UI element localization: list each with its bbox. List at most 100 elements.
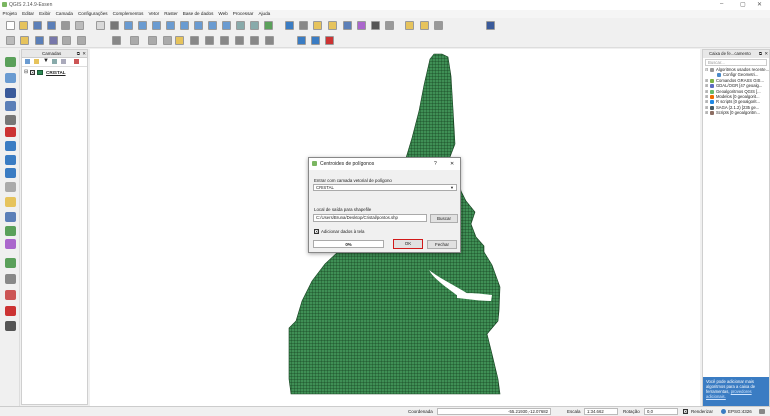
text-annotation-icon[interactable] xyxy=(434,21,443,30)
copy-features-icon[interactable] xyxy=(148,36,157,45)
new-shapefile-icon[interactable] xyxy=(5,197,16,207)
epsg-label[interactable]: EPSG:4326 xyxy=(728,409,752,414)
toolbox-icon[interactable] xyxy=(486,21,495,30)
close-window-button[interactable]: ✕ xyxy=(757,1,762,8)
new-bookmark-icon[interactable] xyxy=(236,21,245,30)
menu-item[interactable]: Vetor xyxy=(146,10,162,16)
coordinate-field[interactable]: -55.21930,-12.07682 xyxy=(437,408,551,415)
expand-icon[interactable]: ⊞ xyxy=(705,110,708,115)
menu-item[interactable]: Configurações xyxy=(75,10,110,16)
paste-features-icon[interactable] xyxy=(163,36,172,45)
open-project-icon[interactable] xyxy=(19,21,28,30)
messages-icon[interactable] xyxy=(759,409,765,414)
minimize-button[interactable]: – xyxy=(720,1,723,7)
menu-item[interactable]: Projeto xyxy=(0,10,20,16)
close-dialog-button[interactable]: ✕ xyxy=(450,161,454,167)
add-wcs-icon[interactable] xyxy=(5,155,16,165)
refresh-icon[interactable] xyxy=(264,21,273,30)
change-label-icon[interactable] xyxy=(265,36,274,45)
new-virtual-layer-icon[interactable] xyxy=(5,239,16,249)
open-layer-styling-icon[interactable] xyxy=(25,59,30,64)
add-wms-icon[interactable] xyxy=(5,141,16,151)
zoom-in-icon[interactable] xyxy=(124,21,133,30)
field-calculator-icon[interactable] xyxy=(357,21,366,30)
add-raster-layer-icon[interactable] xyxy=(5,73,16,83)
rotation-field[interactable]: 0,0 xyxy=(644,408,678,415)
run-action-icon[interactable] xyxy=(299,21,308,30)
layer-visibility-checkbox[interactable]: ✕ xyxy=(30,70,35,75)
panel-float-icon[interactable]: ⧉ xyxy=(77,51,80,56)
current-edits-icon[interactable] xyxy=(6,36,15,45)
node-tool-icon[interactable] xyxy=(77,36,86,45)
zoom-out-icon[interactable] xyxy=(138,21,147,30)
deselect-icon[interactable] xyxy=(328,21,337,30)
menu-item[interactable]: Editar xyxy=(20,10,37,16)
new-project-icon[interactable] xyxy=(6,21,15,30)
crs-globe-icon[interactable] xyxy=(721,409,726,414)
close-button[interactable]: Fechar xyxy=(427,240,457,249)
add-mssql-icon[interactable] xyxy=(5,115,16,125)
add-spatialite-icon[interactable] xyxy=(5,101,16,111)
remove-layer-icon[interactable] xyxy=(74,59,79,64)
label-tool-icon[interactable] xyxy=(175,36,184,45)
save-as-icon[interactable] xyxy=(47,21,56,30)
show-hide-labels-icon[interactable] xyxy=(220,36,229,45)
open-attribute-table-icon[interactable] xyxy=(343,21,352,30)
save-project-icon[interactable] xyxy=(33,21,42,30)
measure-icon[interactable] xyxy=(385,21,394,30)
save-edits-icon[interactable] xyxy=(35,36,44,45)
output-path-input[interactable]: C:/Users/Bruna/Desktop/Cristal/pontos.sh… xyxy=(313,214,427,222)
plugin-x-icon[interactable] xyxy=(325,36,334,45)
coordinate-capture-icon[interactable] xyxy=(5,274,16,284)
delete-selected-icon[interactable] xyxy=(112,36,121,45)
help-button[interactable]: ? xyxy=(434,161,437,167)
cut-features-icon[interactable] xyxy=(130,36,139,45)
toggle-editing-icon[interactable] xyxy=(20,36,29,45)
menu-item[interactable]: Ajuda xyxy=(256,10,273,16)
add-vector-layer-icon[interactable] xyxy=(5,57,16,67)
maximize-button[interactable]: ▢ xyxy=(740,1,746,8)
zoom-last-icon[interactable] xyxy=(208,21,217,30)
menu-item[interactable]: Complementos xyxy=(110,10,146,16)
collapse-all-icon[interactable] xyxy=(61,59,66,64)
toolbox-search-input[interactable]: Buscar... xyxy=(705,59,767,66)
add-postgis-icon[interactable] xyxy=(5,88,16,98)
python-console-icon[interactable] xyxy=(297,36,306,45)
panel-close-icon[interactable]: ✕ xyxy=(82,51,86,57)
highlight-labels-icon[interactable] xyxy=(205,36,214,45)
rotate-label-icon[interactable] xyxy=(250,36,259,45)
pin-labels-icon[interactable] xyxy=(190,36,199,45)
zoom-full-icon[interactable] xyxy=(166,21,175,30)
new-spatialite-icon[interactable] xyxy=(5,212,16,222)
add-to-canvas-checkbox[interactable]: ✕ xyxy=(314,229,319,234)
filter-icon[interactable]: ▼ xyxy=(43,58,49,64)
map-tips-icon[interactable] xyxy=(405,21,414,30)
toolbox-item[interactable]: ⊞ Scripts [0 geoalgoritm... xyxy=(703,110,769,116)
move-label-icon[interactable] xyxy=(235,36,244,45)
print-composer-icon[interactable] xyxy=(61,21,70,30)
scale-field[interactable]: 1:34.662 xyxy=(584,408,618,415)
zoom-to-layer-icon[interactable] xyxy=(194,21,203,30)
add-delimited-text-icon[interactable] xyxy=(5,182,16,192)
zoom-next-icon[interactable] xyxy=(222,21,231,30)
heatmap-icon[interactable] xyxy=(5,306,16,316)
road-graph-icon[interactable] xyxy=(5,321,16,331)
new-gpx-icon[interactable] xyxy=(5,226,16,236)
add-group-icon[interactable] xyxy=(34,59,39,64)
input-layer-select[interactable]: CRISTAL ▼ xyxy=(313,184,457,191)
add-wfs-icon[interactable] xyxy=(5,168,16,178)
annotation-icon[interactable] xyxy=(420,21,429,30)
menu-item[interactable]: Camada xyxy=(53,10,75,16)
move-feature-icon[interactable] xyxy=(62,36,71,45)
pan-icon[interactable] xyxy=(96,21,105,30)
statistics-icon[interactable] xyxy=(371,21,380,30)
identify-icon[interactable] xyxy=(285,21,294,30)
zoom-native-icon[interactable] xyxy=(152,21,161,30)
menu-item[interactable]: Web xyxy=(216,10,230,16)
browse-button[interactable]: Buscar xyxy=(430,214,458,223)
panel-close-icon[interactable]: ✕ xyxy=(764,51,768,57)
ok-button[interactable]: OK xyxy=(393,239,423,249)
geometry-checker-icon[interactable] xyxy=(5,258,16,268)
render-checkbox[interactable]: ✕ xyxy=(683,409,688,414)
menu-item[interactable]: Exibir xyxy=(37,10,54,16)
